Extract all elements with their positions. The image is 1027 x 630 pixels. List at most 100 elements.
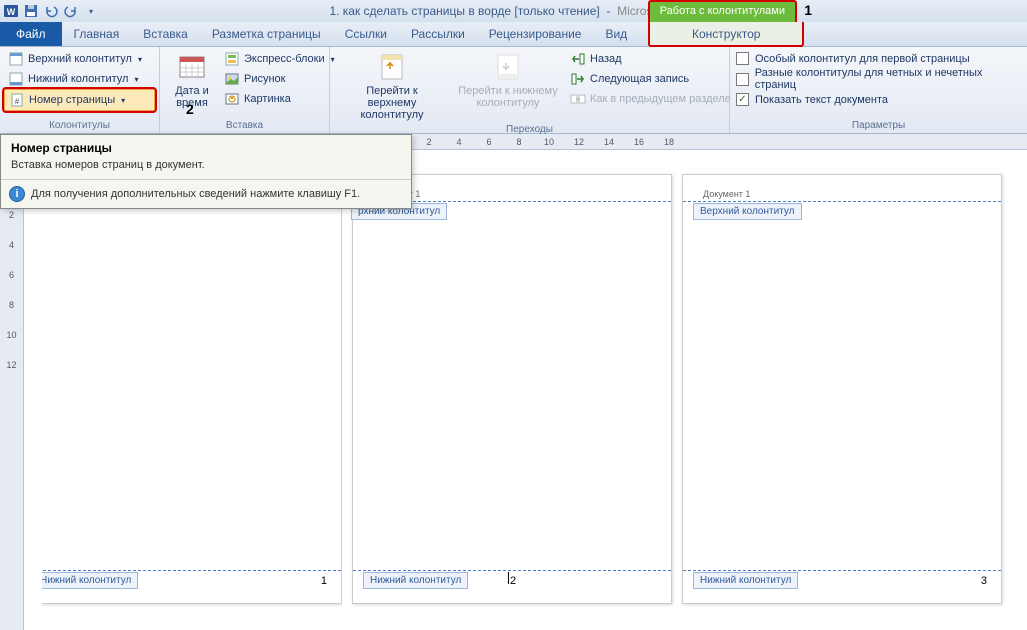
group-label: Параметры (734, 119, 1023, 133)
express-blocks-button[interactable]: Экспресс-блоки▾ (220, 49, 339, 69)
page-3[interactable]: Документ 1 Верхний колонтитул Нижний кол… (682, 174, 1002, 604)
qat-customize-icon[interactable]: ▾ (82, 2, 100, 20)
redo-icon[interactable] (62, 2, 80, 20)
ribbon: Верхний колонтитул▾ Нижний колонтитул▾ #… (0, 47, 1027, 134)
tab-references[interactable]: Ссылки (333, 22, 399, 46)
label: Картинка (244, 93, 291, 105)
vertical-ruler[interactable]: 24681012 (0, 150, 24, 630)
tab-layout[interactable]: Разметка страницы (200, 22, 333, 46)
quick-access-toolbar: W ▾ (0, 2, 100, 20)
label: Перейти к верхнему колонтитулу (342, 85, 442, 121)
quickparts-icon (224, 51, 240, 67)
goto-footer-icon (492, 51, 524, 83)
document-area: 24681012 Нижний колонтитул 1 Документ 1 … (0, 150, 1027, 630)
picture-icon (224, 71, 240, 87)
header-icon (8, 51, 24, 67)
page-number-text: 1 (321, 575, 327, 587)
pages-container: Нижний колонтитул 1 Документ 1 рхний кол… (24, 150, 1027, 630)
calendar-icon (176, 51, 208, 83)
header-button[interactable]: Верхний колонтитул▾ (4, 49, 155, 69)
next-icon (570, 71, 586, 87)
group-label: Колонтитулы (4, 119, 155, 133)
clipart-button[interactable]: Картинка (220, 89, 339, 109)
label: Назад (590, 53, 622, 65)
ruler-tick: 8 (504, 137, 534, 147)
footer-icon (8, 71, 24, 87)
annotation-1: 1 (804, 2, 812, 18)
annotation-2: 2 (186, 101, 194, 117)
ruler-tick: 4 (444, 137, 474, 147)
goto-header-button[interactable]: Перейти к верхнему колонтитулу (334, 49, 450, 123)
tab-mailings[interactable]: Рассылки (399, 22, 477, 46)
clipart-icon (224, 91, 240, 107)
checkbox-icon: ✓ (736, 93, 749, 106)
label: Рисунок (244, 73, 286, 85)
tooltip-footer-text: Для получения дополнительных сведений на… (31, 188, 360, 200)
next-section-button[interactable]: Следующая запись (566, 69, 735, 89)
ruler-tick: 12 (564, 137, 594, 147)
footer-boundary (353, 570, 671, 571)
label: Особый колонтитул для первой страницы (755, 53, 970, 65)
ruler-tick: 6 (474, 137, 504, 147)
label: Номер страницы (29, 94, 115, 106)
page-number-button[interactable]: # Номер страницы▾ (4, 89, 155, 111)
label: Перейти к нижнему колонтитулу (458, 85, 558, 109)
prev-section-button[interactable]: Назад (566, 49, 735, 69)
header-boundary (683, 201, 1001, 202)
footer-tab[interactable]: Нижний колонтитул (363, 572, 468, 589)
title-bar: W ▾ 1. как сделать страницы в ворде [тол… (0, 0, 1027, 22)
tooltip-title: Номер страницы (1, 135, 411, 157)
tab-home[interactable]: Главная (62, 22, 132, 46)
word-app-icon[interactable]: W (2, 2, 20, 20)
tab-insert[interactable]: Вставка (131, 22, 200, 46)
label: Экспресс-блоки (244, 53, 325, 65)
label: Показать текст документа (755, 94, 888, 106)
footer-button[interactable]: Нижний колонтитул▾ (4, 69, 155, 89)
window-title: 1. как сделать страницы в ворде [только … (329, 4, 697, 18)
ruler-tick: 16 (624, 137, 654, 147)
section-label: Документ 1 (703, 189, 750, 199)
ruler-tick: 4 (9, 240, 14, 270)
group-options: Особый колонтитул для первой страницы Ра… (730, 47, 1027, 133)
save-icon[interactable] (22, 2, 40, 20)
ruler-tick: 6 (9, 270, 14, 300)
page-number-text: 3 (981, 575, 987, 587)
page-2[interactable]: Документ 1 рхний колонтитул Нижний колон… (352, 174, 672, 604)
goto-header-icon (376, 51, 408, 83)
tab-review[interactable]: Рецензирование (477, 22, 594, 46)
footer-tab[interactable]: Нижний колонтитул (42, 572, 138, 589)
first-page-checkbox[interactable]: Особый колонтитул для первой страницы (734, 51, 1023, 66)
odd-even-checkbox[interactable]: Разные колонтитулы для четных и нечетных… (734, 66, 1023, 92)
link-icon (570, 91, 586, 107)
header-tab[interactable]: Верхний колонтитул (693, 203, 802, 220)
page-1[interactable]: Нижний колонтитул 1 (42, 174, 342, 604)
info-icon: i (9, 186, 25, 202)
svg-text:W: W (7, 7, 16, 17)
ribbon-tabs: Файл Главная Вставка Разметка страницы С… (0, 22, 1027, 47)
ruler-tick: 10 (534, 137, 564, 147)
label: Как в предыдущем разделе (590, 93, 731, 105)
contextual-tab-header[interactable]: Работа с колонтитулами (648, 0, 797, 22)
tooltip-footer: i Для получения дополнительных сведений … (1, 179, 411, 208)
group-headers-footers: Верхний колонтитул▾ Нижний колонтитул▾ #… (0, 47, 160, 133)
tooltip-body: Вставка номеров страниц в документ. (1, 157, 411, 179)
tab-file[interactable]: Файл (0, 22, 62, 46)
picture-button[interactable]: Рисунок (220, 69, 339, 89)
tab-constructor[interactable]: Конструктор (648, 22, 804, 47)
checkbox-icon (736, 52, 749, 65)
link-previous-button[interactable]: Как в предыдущем разделе (566, 89, 735, 109)
ruler-tick: 18 (654, 137, 684, 147)
footer-tab[interactable]: Нижний колонтитул (693, 572, 798, 589)
ruler-tick: 2 (9, 210, 14, 240)
undo-icon[interactable] (42, 2, 60, 20)
ruler-tick: 14 (594, 137, 624, 147)
show-doc-text-checkbox[interactable]: ✓ Показать текст документа (734, 92, 1023, 107)
ruler-tick: 2 (414, 137, 444, 147)
group-label: Вставка (164, 119, 325, 133)
group-navigation: Перейти к верхнему колонтитулу Перейти к… (330, 47, 730, 133)
tab-view[interactable]: Вид (593, 22, 639, 46)
label: Разные колонтитулы для четных и нечетных… (755, 67, 1021, 91)
ruler-tick: 10 (6, 330, 16, 360)
footer-boundary (683, 570, 1001, 571)
footer-boundary (42, 570, 341, 571)
